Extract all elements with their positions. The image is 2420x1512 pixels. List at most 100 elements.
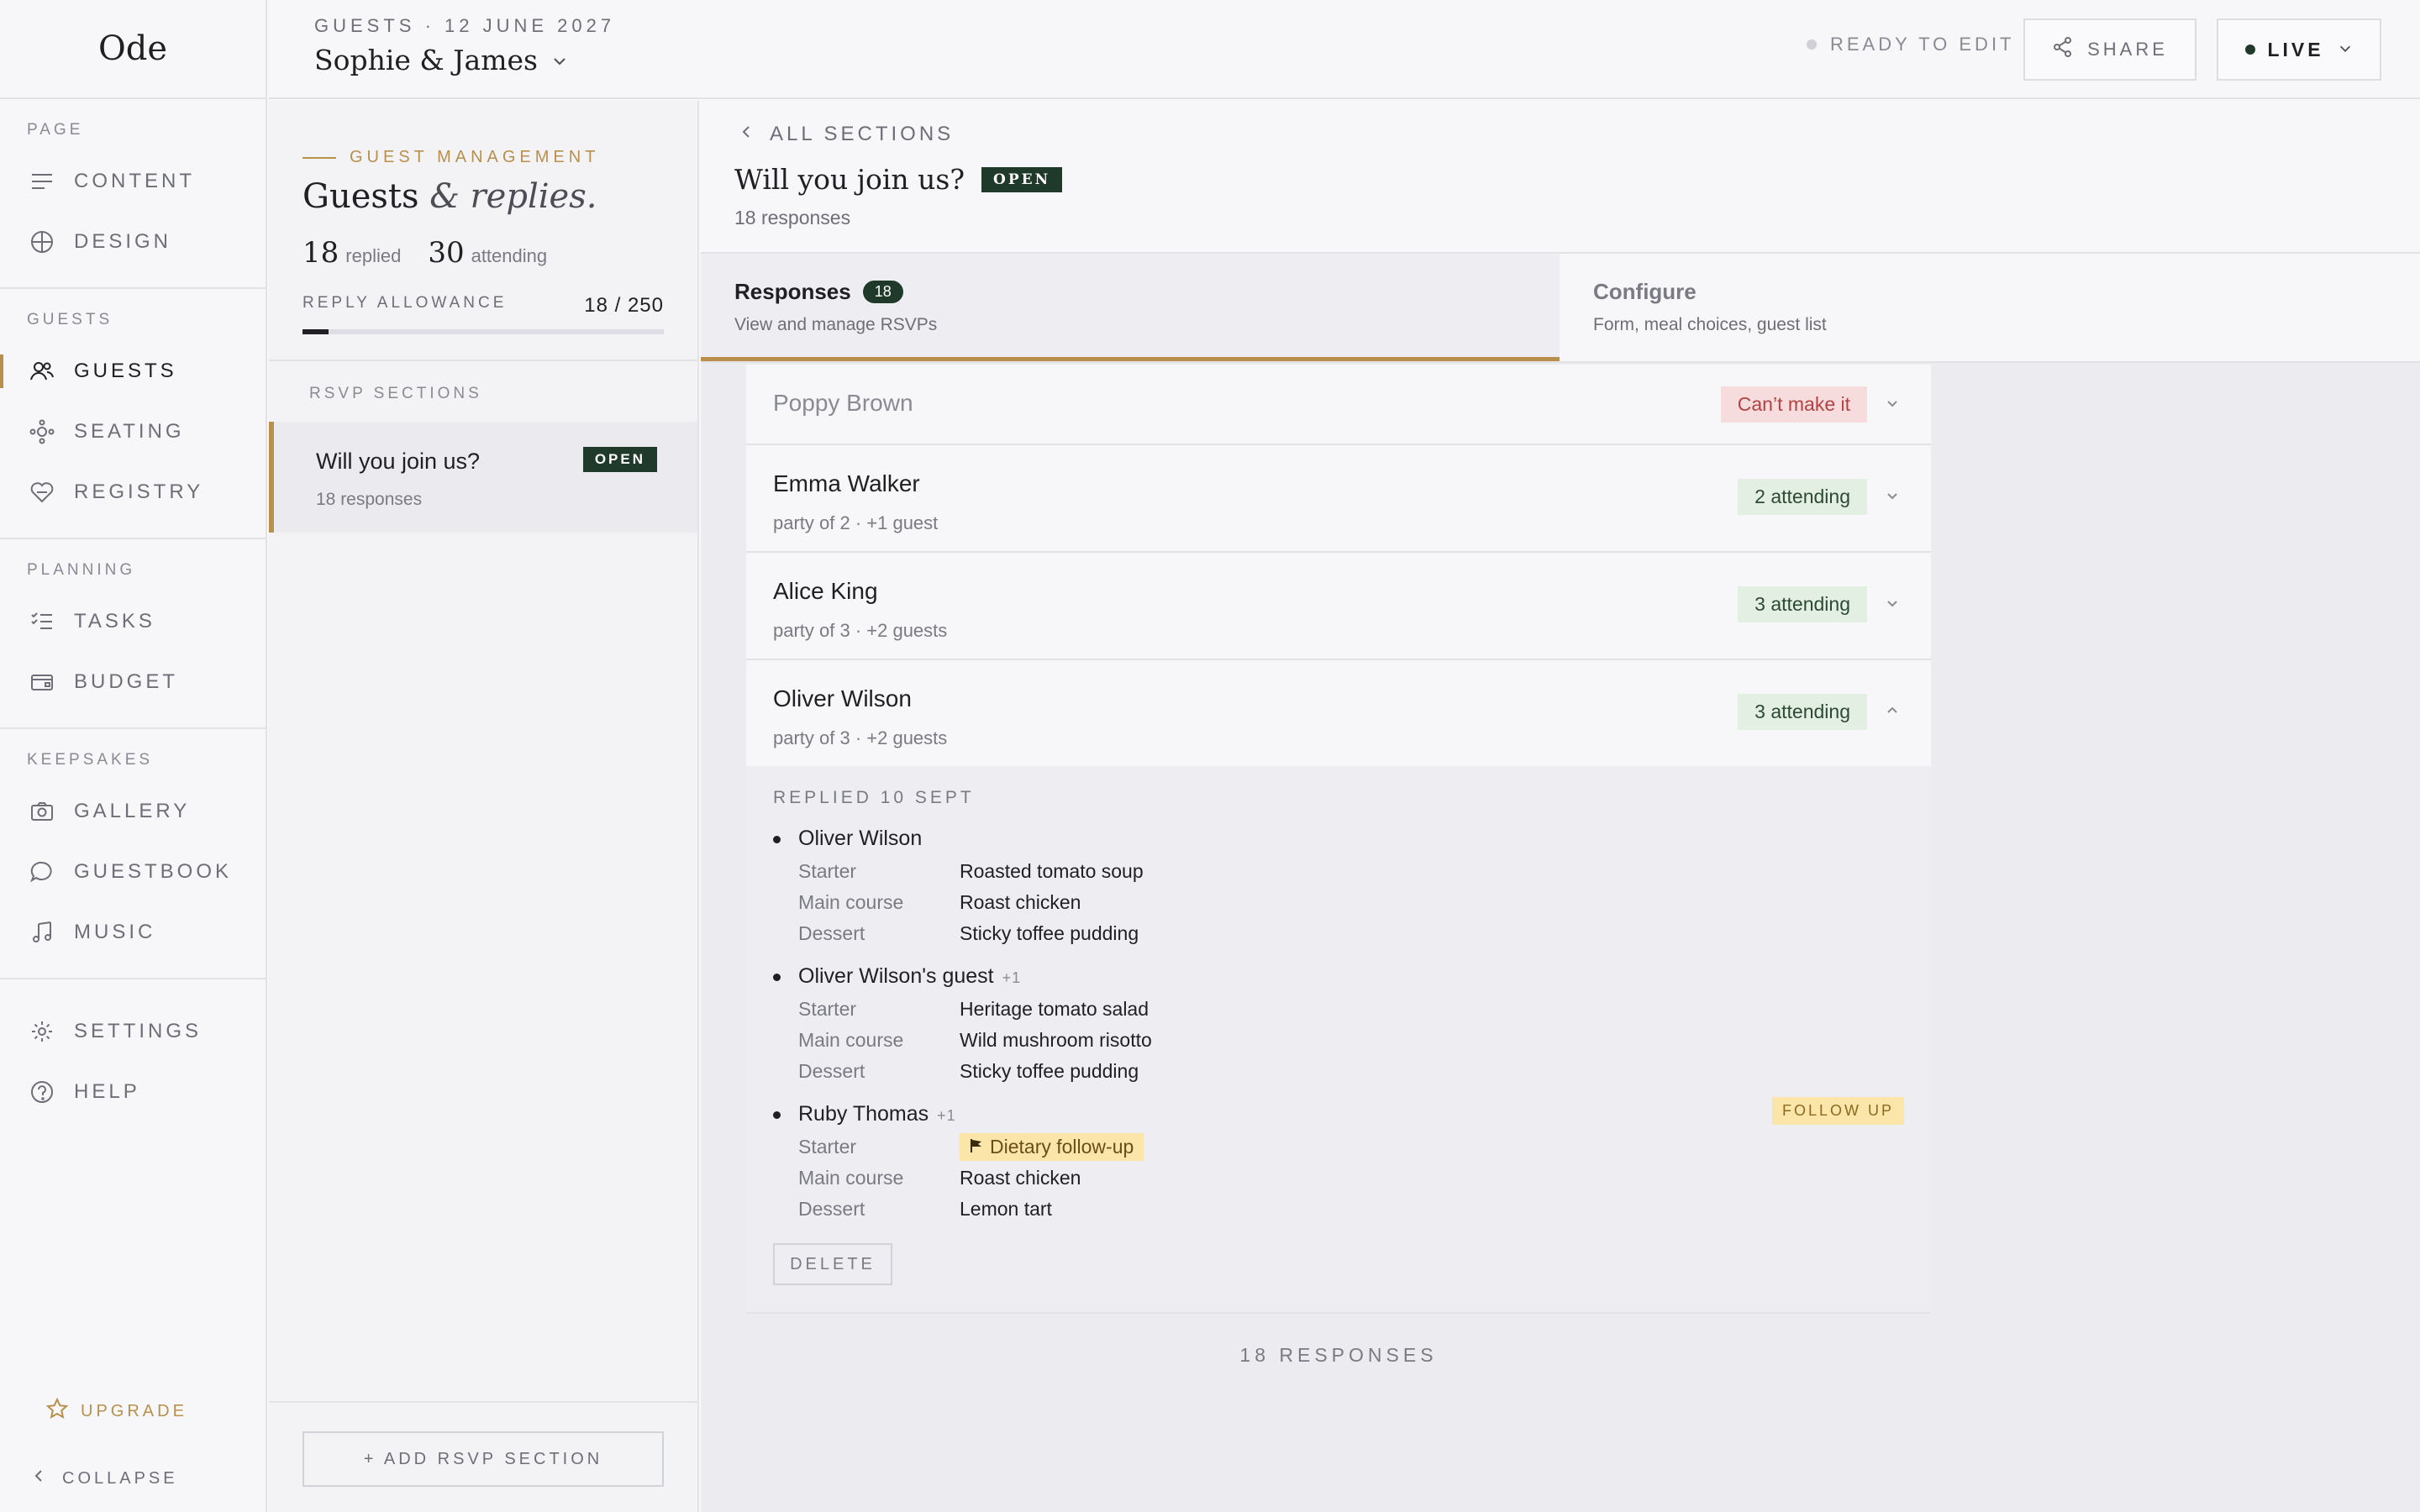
delete-response-button[interactable]: DELETE: [773, 1243, 892, 1285]
event-switcher[interactable]: Sophie & James: [314, 44, 568, 76]
attending-count: 30: [428, 236, 465, 270]
meal-row: Dessert Sticky toffee pudding: [773, 1056, 1904, 1087]
follow-up-badge[interactable]: FOLLOW UP: [1771, 1097, 1904, 1125]
meal-value: Wild mushroom risotto: [960, 1029, 1152, 1051]
meal-label: Starter: [798, 998, 857, 1020]
tab-responses[interactable]: Responses 18 View and manage RSVPs: [701, 254, 1560, 361]
replied-date: REPLIED 10 SEPT: [773, 788, 975, 807]
music-icon: [27, 917, 57, 948]
meal-label: Main course: [798, 1167, 904, 1189]
wallet-icon: [27, 667, 57, 697]
sidebar-item-budget[interactable]: BUDGET: [0, 652, 266, 712]
guest-management-panel: GUEST MANAGEMENT Guests & replies. 18 re…: [269, 101, 699, 1512]
panel-title-b: & replies.: [429, 177, 597, 216]
add-rsvp-section-button[interactable]: + ADD RSVP SECTION: [302, 1431, 664, 1487]
reply-allowance-fill: [302, 329, 329, 334]
sidebar-item-seating[interactable]: SEATING: [0, 402, 266, 462]
replied-label: replied: [345, 245, 402, 266]
panel-stats: 18 replied 30 attending: [302, 236, 697, 270]
heart-gift-icon: [27, 477, 57, 507]
nav-section-page: PAGE CONTENT DESIGN: [0, 99, 266, 289]
guest-name: Oliver Wilson's guest +1: [773, 964, 1904, 989]
sidebar-item-design[interactable]: DESIGN: [0, 212, 266, 272]
nav-heading: KEEPSAKES: [27, 751, 154, 769]
guest-name: Ruby Thomas +1: [773, 1102, 1904, 1126]
tab-label: Responses 18: [734, 279, 1560, 305]
response-row-header[interactable]: Oliver Wilson party of 3 · +2 guests 3 a…: [746, 660, 1931, 766]
meal-value: Lemon tart: [960, 1198, 1052, 1220]
tab-count-badge: 18: [862, 281, 903, 303]
sidebar-item-label: GUESTS: [74, 360, 177, 382]
response-row[interactable]: Poppy Brown Can’t make it: [746, 365, 1931, 445]
dietary-flag-label: Dietary follow-up: [990, 1136, 1134, 1158]
sidebar-item-label: SEATING: [74, 420, 185, 443]
meal-label: Main course: [798, 891, 904, 913]
response-detail: REPLIED 10 SEPT Oliver Wilson Starter Roa…: [746, 766, 1931, 1312]
chevron-left-icon: [30, 1467, 47, 1489]
chevron-up-icon[interactable]: [1884, 702, 1901, 723]
sidebar-item-gallery[interactable]: GALLERY: [0, 781, 266, 842]
response-row[interactable]: Alice King party of 3 · +2 guests 3 atte…: [746, 553, 1931, 660]
share-button[interactable]: SHARE: [2023, 18, 2196, 81]
nav-section-keepsakes: KEEPSAKES GALLERY GUESTBOOK MUSIC: [0, 729, 266, 979]
chevron-down-icon: [2338, 39, 2353, 61]
response-row[interactable]: Emma Walker party of 2 · +1 guest 2 atte…: [746, 445, 1931, 553]
rsvp-section-count: 18 responses: [316, 490, 423, 509]
reply-allowance-label: REPLY ALLOWANCE: [302, 294, 508, 312]
response-row-expanded: Oliver Wilson party of 3 · +2 guests 3 a…: [746, 660, 1931, 1314]
live-label: LIVE: [2267, 38, 2324, 60]
guest-name-text: Oliver Wilson's guest: [798, 964, 994, 988]
sidebar-item-guests[interactable]: GUESTS: [0, 341, 266, 402]
sidebar-item-label: REGISTRY: [74, 480, 204, 503]
sidebar-item-label: SETTINGS: [74, 1020, 203, 1042]
meal-label: Dessert: [798, 1060, 865, 1082]
section-title: Will you join us? OPEN: [734, 163, 1063, 196]
live-status-button[interactable]: LIVE: [2217, 18, 2381, 81]
rsvp-sections-heading: RSVP SECTIONS: [309, 385, 482, 402]
status-badge: 3 attending: [1738, 694, 1867, 730]
people-icon: [27, 356, 57, 386]
meal-row: Dessert Lemon tart: [773, 1194, 1904, 1225]
chevron-down-icon[interactable]: [1884, 595, 1901, 616]
checklist-icon: [27, 606, 57, 637]
collapse-button[interactable]: COLLAPSE: [0, 1445, 266, 1512]
status-badge: Can’t make it: [1720, 386, 1867, 423]
chevron-down-icon[interactable]: [1884, 487, 1901, 508]
meal-value: Roast chicken: [960, 1167, 1081, 1189]
chevron-down-icon[interactable]: [1884, 395, 1901, 416]
all-sections-link[interactable]: ALL SECTIONS: [738, 123, 954, 146]
camera-icon: [27, 796, 57, 827]
tab-subtitle: Form, meal choices, guest list: [1593, 315, 1827, 334]
share-label: SHARE: [2087, 39, 2168, 60]
sidebar-item-tasks[interactable]: TASKS: [0, 591, 266, 652]
section-title-text: Will you join us?: [734, 163, 965, 196]
sidebar-item-help[interactable]: HELP: [0, 1062, 266, 1122]
upgrade-button[interactable]: UPGRADE: [0, 1378, 266, 1445]
attending-label: attending: [471, 245, 548, 266]
chevron-left-icon: [738, 123, 755, 146]
plus-one-tag: +1: [1002, 969, 1022, 986]
sidebar-item-guestbook[interactable]: GUESTBOOK: [0, 842, 266, 902]
sidebar-item-label: HELP: [74, 1080, 140, 1103]
help-icon: [27, 1077, 57, 1107]
sidebar-item-registry[interactable]: REGISTRY: [0, 462, 266, 522]
party-size: party of 3 · +2 guests: [773, 727, 948, 748]
sidebar-item-label: DESIGN: [74, 230, 172, 253]
brand-logo[interactable]: Ode: [0, 0, 266, 99]
sidebar-item-settings[interactable]: SETTINGS: [0, 1001, 266, 1062]
tab-configure[interactable]: Configure Form, meal choices, guest list: [1560, 254, 2420, 361]
respondent-name: Oliver Wilson: [773, 685, 912, 711]
event-name: Sophie & James: [314, 44, 538, 76]
rsvp-section-item[interactable]: Will you join us? OPEN 18 responses: [269, 422, 697, 533]
respondent-name: Alice King: [773, 578, 878, 604]
meal-row: Main course Roast chicken: [773, 887, 1904, 918]
sidebar-item-music[interactable]: MUSIC: [0, 902, 266, 963]
nav-heading: PLANNING: [27, 561, 136, 579]
seating-icon: [27, 417, 57, 447]
sidebar-item-label: TASKS: [74, 610, 155, 633]
tab-configure-label: Configure: [1593, 279, 1697, 304]
star-icon: [45, 1397, 69, 1425]
section-response-count: 18 responses: [734, 207, 851, 228]
flag-icon: [970, 1136, 983, 1158]
sidebar-item-content[interactable]: CONTENT: [0, 151, 266, 212]
